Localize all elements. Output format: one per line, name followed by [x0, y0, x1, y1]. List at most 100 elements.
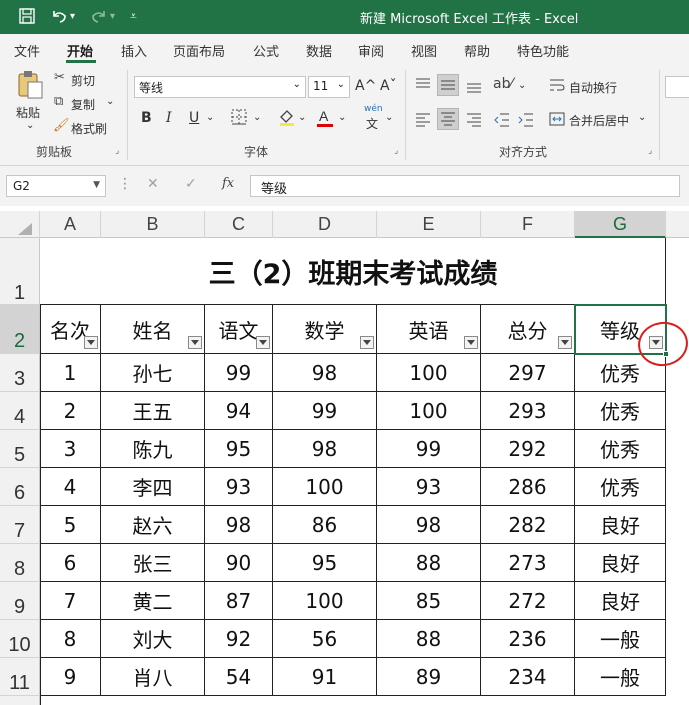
enter-icon[interactable]: ✓: [185, 176, 197, 192]
tab-insert[interactable]: 插入: [121, 41, 147, 60]
scissors-icon[interactable]: ✂: [54, 70, 65, 85]
redo-icon[interactable]: [90, 7, 108, 29]
table-cell[interactable]: 黄二: [101, 582, 205, 620]
italic-button[interactable]: I: [166, 110, 172, 126]
column-header-e[interactable]: E: [377, 211, 481, 238]
column-header-c[interactable]: C: [205, 211, 273, 238]
customize-qat-icon[interactable]: ⩡: [130, 9, 137, 24]
table-cell[interactable]: 89: [377, 658, 481, 696]
table-cell[interactable]: 李四: [101, 468, 205, 506]
table-cell[interactable]: 99: [273, 392, 377, 430]
table-cell[interactable]: 9: [40, 658, 101, 696]
table-cell[interactable]: 297: [481, 354, 575, 392]
align-top-icon[interactable]: [415, 78, 431, 96]
row-header-4[interactable]: 4: [0, 392, 40, 430]
tab-special-features[interactable]: 特色功能: [517, 41, 569, 60]
table-cell[interactable]: 86: [273, 506, 377, 544]
undo-dropdown-icon[interactable]: ▾: [70, 11, 75, 22]
align-middle-icon[interactable]: [437, 74, 459, 96]
table-cell[interactable]: 94: [205, 392, 273, 430]
font-color-dropdown-icon[interactable]: ⌄: [338, 112, 346, 123]
table-cell[interactable]: 一般: [575, 620, 666, 658]
font-launcher-icon[interactable]: ⌟: [394, 146, 398, 156]
wrap-text-icon[interactable]: [549, 77, 565, 97]
table-cell[interactable]: 95: [273, 544, 377, 582]
tab-file[interactable]: 文件: [14, 41, 40, 60]
font-size-select[interactable]: 11 ⌄: [308, 76, 350, 98]
table-cell[interactable]: 4: [40, 468, 101, 506]
table-cell[interactable]: 98: [377, 506, 481, 544]
table-cell[interactable]: 292: [481, 430, 575, 468]
table-cell[interactable]: 56: [273, 620, 377, 658]
wrap-text-button[interactable]: 自动换行: [569, 79, 617, 96]
alignment-launcher-icon[interactable]: ⌟: [648, 146, 652, 156]
formula-input[interactable]: 等级: [250, 175, 680, 197]
filter-dropdown-rank[interactable]: [84, 336, 98, 349]
table-cell[interactable]: 优秀: [575, 468, 666, 506]
table-cell[interactable]: 92: [205, 620, 273, 658]
redo-dropdown-icon[interactable]: ▾: [110, 11, 115, 22]
filter-dropdown-english[interactable]: [464, 336, 478, 349]
table-cell[interactable]: 282: [481, 506, 575, 544]
orientation-icon[interactable]: ab⁄: [493, 76, 513, 92]
format-painter-icon[interactable]: 🖌: [53, 118, 70, 133]
table-cell[interactable]: 93: [377, 468, 481, 506]
row-header-5[interactable]: 5: [0, 430, 40, 468]
table-cell[interactable]: 88: [377, 620, 481, 658]
tab-page-layout[interactable]: 页面布局: [173, 41, 225, 60]
table-cell[interactable]: 286: [481, 468, 575, 506]
table-cell[interactable]: 98: [273, 430, 377, 468]
cut-label[interactable]: 剪切: [71, 72, 95, 89]
borders-dropdown-icon[interactable]: ⌄: [253, 112, 261, 123]
table-cell[interactable]: 93: [205, 468, 273, 506]
tab-review[interactable]: 审阅: [358, 41, 384, 60]
table-cell[interactable]: 赵六: [101, 506, 205, 544]
table-cell[interactable]: 272: [481, 582, 575, 620]
table-cell[interactable]: 优秀: [575, 392, 666, 430]
cancel-icon[interactable]: ✕: [147, 176, 159, 192]
table-cell[interactable]: 8: [40, 620, 101, 658]
increase-indent-icon[interactable]: [518, 112, 534, 132]
table-cell[interactable]: 273: [481, 544, 575, 582]
underline-dropdown-icon[interactable]: ⌄: [206, 112, 214, 123]
number-format-select[interactable]: [665, 76, 689, 98]
table-cell[interactable]: 2: [40, 392, 101, 430]
phonetic-dropdown-icon[interactable]: ⌄: [385, 112, 393, 123]
filter-dropdown-name[interactable]: [188, 336, 202, 349]
tab-view[interactable]: 视图: [411, 41, 437, 60]
borders-icon[interactable]: [231, 109, 247, 129]
merge-dropdown-icon[interactable]: ⌄: [638, 112, 646, 123]
tab-help[interactable]: 帮助: [464, 41, 490, 60]
paste-label[interactable]: 粘贴: [16, 104, 40, 121]
fill-color-icon[interactable]: [278, 108, 296, 130]
clipboard-launcher-icon[interactable]: ⌟: [115, 146, 119, 156]
table-cell[interactable]: 良好: [575, 582, 666, 620]
row-header-2[interactable]: 2: [0, 305, 40, 354]
name-box[interactable]: G2 ▼: [6, 175, 106, 197]
paste-dropdown-icon[interactable]: ⌄: [26, 120, 34, 131]
save-icon[interactable]: [18, 7, 36, 29]
table-cell[interactable]: 陈九: [101, 430, 205, 468]
column-header-d[interactable]: D: [273, 211, 377, 238]
paste-icon[interactable]: [16, 70, 44, 104]
row-header-6[interactable]: 6: [0, 468, 40, 506]
align-center-icon[interactable]: [437, 108, 459, 130]
tab-home[interactable]: 开始: [67, 41, 93, 60]
table-cell[interactable]: 98: [273, 354, 377, 392]
table-cell[interactable]: 1: [40, 354, 101, 392]
underline-button[interactable]: U: [189, 110, 199, 126]
shrink-font-icon[interactable]: Aˇ: [380, 78, 397, 94]
phonetic-char[interactable]: 文: [366, 115, 378, 132]
font-color-icon[interactable]: A: [316, 108, 334, 132]
table-cell[interactable]: 91: [273, 658, 377, 696]
font-name-select[interactable]: 等线 ⌄: [134, 76, 306, 98]
decrease-indent-icon[interactable]: [494, 112, 510, 132]
tab-formulas[interactable]: 公式: [253, 41, 279, 60]
align-left-icon[interactable]: [415, 112, 431, 132]
table-cell[interactable]: 优秀: [575, 430, 666, 468]
table-cell[interactable]: 99: [377, 430, 481, 468]
insert-function-icon[interactable]: fx: [222, 176, 234, 191]
table-cell[interactable]: 王五: [101, 392, 205, 430]
table-cell[interactable]: 98: [205, 506, 273, 544]
filter-dropdown-total[interactable]: [558, 336, 572, 349]
